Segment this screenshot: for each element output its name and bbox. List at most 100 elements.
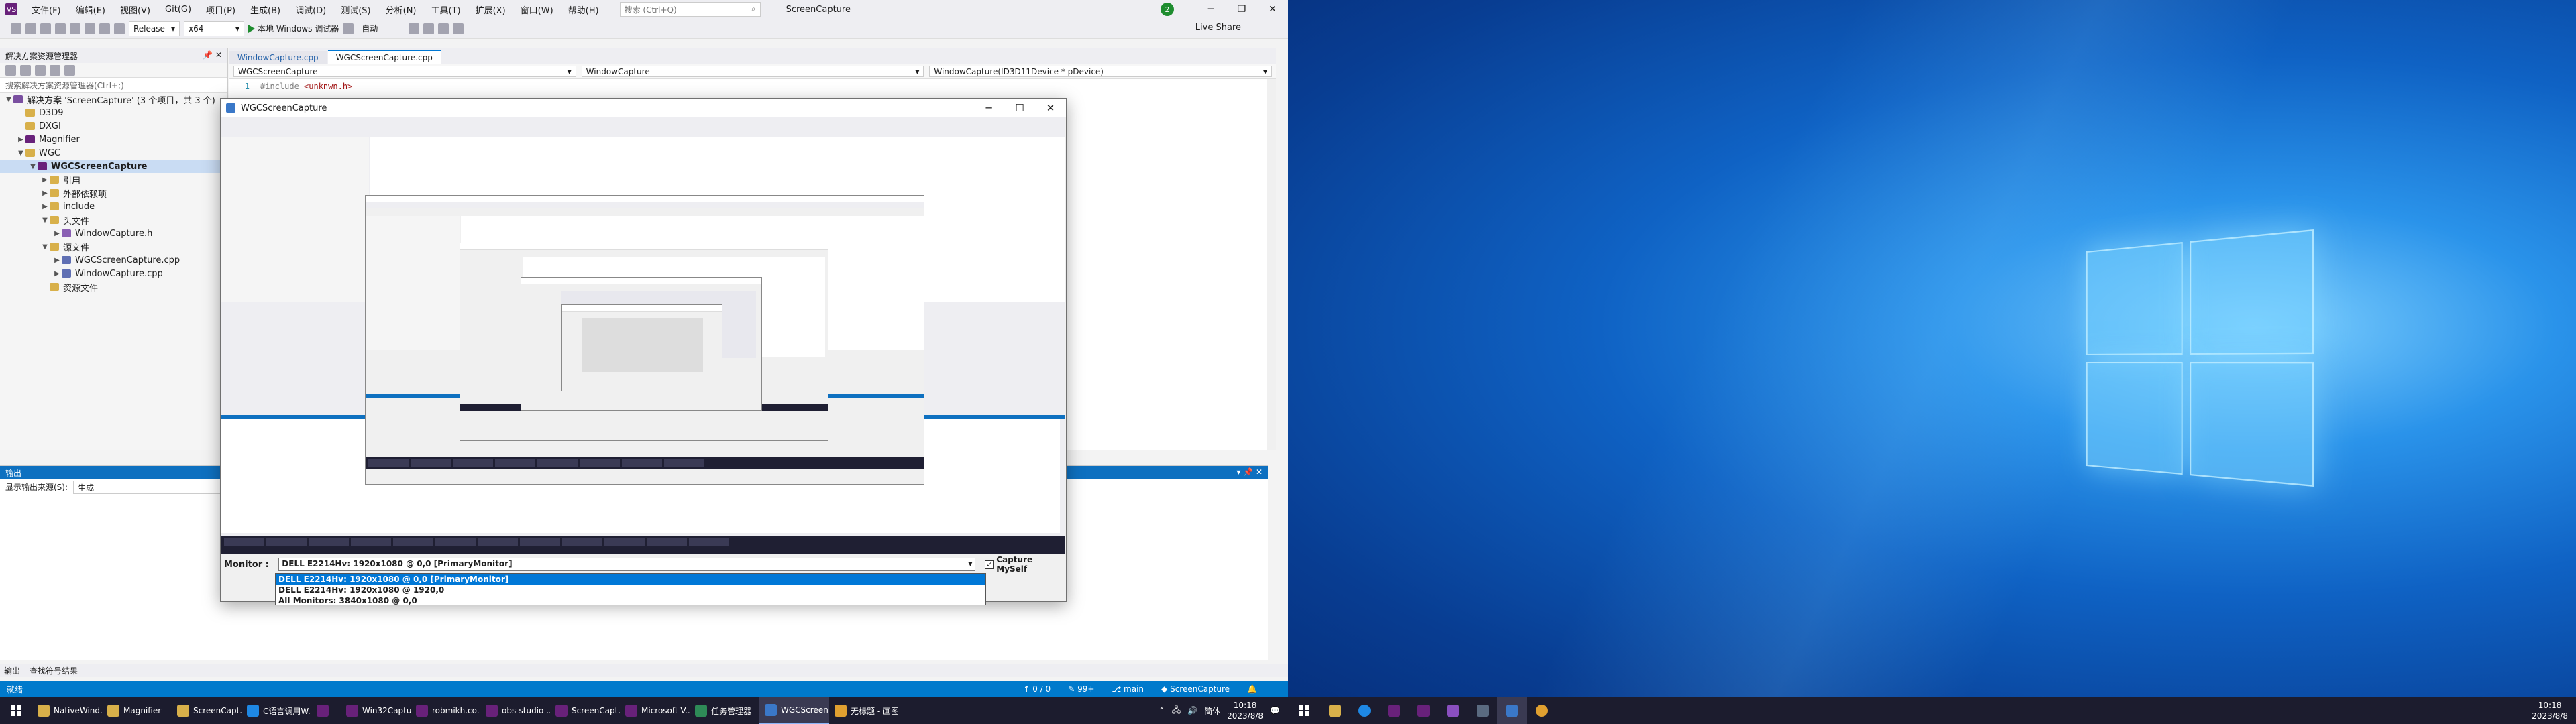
wgc-app-icon[interactable] [1497, 697, 1527, 724]
live-share-button[interactable]: Live Share [1195, 23, 1241, 33]
output-source-combo[interactable]: 生成 [73, 481, 234, 494]
menu-analyze[interactable]: 分析(N) [380, 2, 423, 17]
network-icon[interactable]: 🖧 [1172, 704, 1181, 718]
visual-studio-icon[interactable] [1409, 697, 1438, 724]
chevron-up-icon[interactable]: ⌃ [1159, 706, 1165, 715]
auto-combo[interactable]: 自动 [358, 21, 405, 36]
maximize-icon[interactable]: ☐ [1004, 99, 1035, 117]
expand-right-icon[interactable]: ▶ [52, 230, 62, 237]
taskbar-app[interactable]: ScreenCapt... [550, 697, 620, 724]
vs-search-box[interactable]: 搜索 (Ctrl+Q) ⌕ [620, 2, 761, 17]
menu-debug[interactable]: 调试(D) [289, 2, 332, 17]
open-icon[interactable] [55, 23, 66, 34]
start-button[interactable] [0, 697, 32, 724]
solution-tree-item[interactable]: ▶ WindowCapture.cpp [0, 267, 227, 280]
expand-down-icon[interactable]: ▼ [4, 96, 13, 103]
status-project[interactable]: ◆ ScreenCapture [1161, 684, 1230, 694]
status-errors[interactable]: ↑ 0 / 0 [1023, 684, 1051, 694]
settings-icon[interactable] [64, 65, 75, 76]
close-icon[interactable]: ✕ [1257, 0, 1288, 19]
solution-tree-item[interactable]: ▶ 引用 [0, 173, 227, 186]
solution-tree-item[interactable]: D3D9 [0, 106, 227, 119]
tab-output[interactable]: 输出 [4, 665, 20, 676]
solution-tree-item[interactable]: 资源文件 [0, 280, 227, 294]
menu-window[interactable]: 窗口(W) [515, 2, 559, 17]
save-all-icon[interactable] [85, 23, 95, 34]
expand-down-icon[interactable]: ▼ [16, 149, 25, 157]
home-icon[interactable] [5, 65, 16, 76]
solution-search-input[interactable]: 搜索解决方案资源管理器(Ctrl+;) [0, 78, 227, 93]
project-nav-combo[interactable]: WGCScreenCapture ▾ [233, 66, 576, 77]
taskbar-app[interactable]: robmikh.co... [411, 697, 480, 724]
expand-down-icon[interactable]: ▼ [28, 163, 38, 170]
toolbar-icon[interactable] [409, 23, 419, 34]
maximize-icon[interactable]: ❐ [1226, 0, 1257, 19]
solution-tree-item[interactable]: ▼ WGC [0, 146, 227, 160]
taskbar-app[interactable]: WGCScreen... [759, 697, 829, 724]
forward-icon[interactable] [25, 23, 36, 34]
menu-project[interactable]: 项目(P) [200, 2, 241, 17]
solution-tree-item[interactable]: ▼ 解决方案 'ScreenCapture' (3 个项目，共 3 个) [0, 93, 227, 106]
minimize-icon[interactable]: ─ [973, 99, 1004, 117]
back-icon[interactable] [11, 23, 21, 34]
undo-icon[interactable] [99, 23, 110, 34]
expand-right-icon[interactable]: ▶ [52, 270, 62, 278]
menu-test[interactable]: 测试(S) [335, 2, 376, 17]
solution-tree-item[interactable]: ▶ include [0, 200, 227, 213]
taskbar-app[interactable]: 无标题 - 画图 [829, 697, 899, 724]
monitor-option[interactable]: All Monitors: 3840x1080 @ 0,0 [276, 595, 985, 606]
solution-tree-item[interactable]: ▶ WGCScreenCapture.cpp [0, 253, 227, 267]
monitor-combo[interactable]: DELL E2214Hv: 1920x1080 @ 0,0 [PrimaryMo… [278, 558, 975, 571]
expand-down-icon[interactable]: ▼ [40, 217, 50, 224]
expand-right-icon[interactable]: ▶ [40, 203, 50, 210]
expand-down-icon[interactable]: ▼ [40, 243, 50, 251]
expand-right-icon[interactable]: ▶ [16, 136, 25, 143]
scope-nav-combo[interactable]: WindowCapture ▾ [582, 66, 924, 77]
solution-tree-item[interactable]: ▼ WGCScreenCapture [0, 160, 227, 173]
menu-view[interactable]: 视图(V) [114, 2, 156, 17]
menu-file[interactable]: 文件(F) [25, 2, 67, 17]
menu-extensions[interactable]: 扩展(X) [470, 2, 512, 17]
visual-studio-icon[interactable] [1379, 697, 1409, 724]
monitor-option[interactable]: DELL E2214Hv: 1920x1080 @ 1920,0 [276, 585, 985, 595]
taskbar-app[interactable]: Magnifier [102, 697, 172, 724]
expand-right-icon[interactable]: ▶ [40, 176, 50, 184]
solution-tree-item[interactable]: ▶ WindowCapture.h [0, 227, 227, 240]
tab-windowcapture-cpp[interactable]: WindowCapture.cpp [229, 51, 327, 64]
tab-find-symbol[interactable]: 查找符号结果 [30, 665, 78, 676]
start-without-debug-icon[interactable] [343, 23, 354, 34]
clock[interactable]: 10:18 2023/8/8 [1227, 700, 1263, 721]
expand-right-icon[interactable]: ▶ [40, 190, 50, 197]
new-item-icon[interactable] [40, 23, 51, 34]
menu-build[interactable]: 生成(B) [244, 2, 286, 17]
volume-icon[interactable]: 🔊 [1187, 706, 1197, 715]
menu-edit[interactable]: 编辑(E) [70, 2, 111, 17]
capture-myself-checkbox[interactable]: ✓ Capture MySelf [985, 555, 1065, 574]
taskbar-app[interactable]: 任务管理器 [690, 697, 759, 724]
bell-icon[interactable]: 🔔 [1247, 684, 1257, 694]
member-nav-combo[interactable]: WindowCapture(ID3D11Device * pDevice) ▾ [929, 66, 1272, 77]
save-icon[interactable] [70, 23, 80, 34]
toolbar-icon[interactable] [438, 23, 449, 34]
solution-tree-item[interactable]: ▼ 源文件 [0, 240, 227, 253]
taskbar-app[interactable]: Win32Captu... [341, 697, 411, 724]
taskbar-app[interactable] [311, 697, 341, 724]
status-changes[interactable]: ✎ 99+ [1068, 684, 1094, 694]
taskbar-app[interactable]: obs-studio ... [480, 697, 550, 724]
pin-icon[interactable]: 📌 ✕ [203, 50, 222, 61]
visual-studio-icon[interactable] [1438, 697, 1468, 724]
taskbar-app[interactable]: ScreenCapt... [172, 697, 241, 724]
minimize-icon[interactable]: ─ [1195, 0, 1226, 19]
solution-tree-item[interactable]: ▼ 头文件 [0, 213, 227, 227]
start-button[interactable] [1288, 697, 1320, 724]
clock[interactable]: 10:18 2023/8/8 [2532, 700, 2568, 721]
notification-center-icon[interactable]: 💬 [1270, 706, 1280, 715]
tab-wgcscreencapture-cpp[interactable]: WGCScreenCapture.cpp [328, 50, 441, 64]
solution-tree-item[interactable]: ▶ Magnifier [0, 133, 227, 146]
menu-tools[interactable]: 工具(T) [425, 2, 467, 17]
platform-combo[interactable]: x64 ▾ [184, 21, 244, 36]
taskbar-app[interactable]: C语言调用W... [241, 697, 311, 724]
refresh-icon[interactable] [35, 65, 46, 76]
redo-icon[interactable] [114, 23, 125, 34]
solution-tree-item[interactable]: ▶ 外部依赖项 [0, 186, 227, 200]
